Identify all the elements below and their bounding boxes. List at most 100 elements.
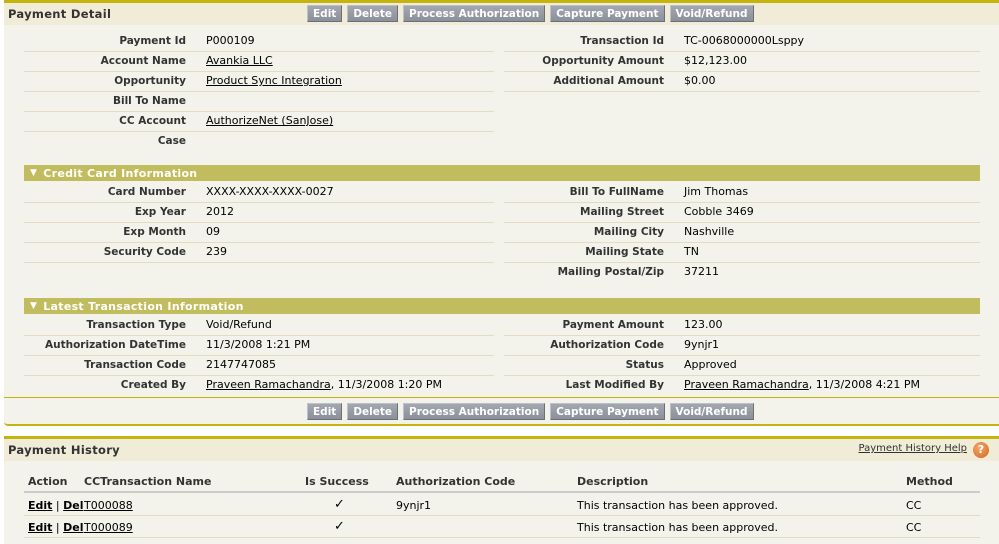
divider bbox=[24, 262, 494, 263]
capture-payment-button[interactable]: Capture Payment bbox=[550, 5, 665, 22]
payment-history-help-link[interactable]: Payment History Help bbox=[858, 443, 967, 454]
void-refund-button[interactable]: Void/Refund bbox=[669, 5, 754, 22]
column-header-cctransaction-name[interactable]: CCTransaction Name bbox=[84, 475, 211, 488]
transaction-id-label: Transaction Id bbox=[580, 35, 664, 47]
case-label: Case bbox=[157, 135, 186, 147]
mailing-city-value: Nashville bbox=[684, 225, 735, 238]
transaction-code-value: 2147747085 bbox=[206, 358, 276, 371]
bill-to-name-label: Bill To Name bbox=[112, 95, 186, 107]
table-row-name: T000088 bbox=[84, 499, 133, 512]
auth-code-cell: 9ynjr1 bbox=[396, 499, 432, 512]
header-divider bbox=[24, 491, 980, 493]
method-cell: CC bbox=[906, 521, 922, 534]
created-by-label: Created By bbox=[120, 379, 186, 391]
additional-amount-label: Additional Amount bbox=[553, 75, 664, 87]
table-row-name: T000089 bbox=[84, 521, 133, 534]
mailing-street-value: Cobble 3469 bbox=[684, 205, 754, 218]
mailing-state-label: Mailing State bbox=[585, 246, 664, 258]
transaction-type-value: Void/Refund bbox=[206, 318, 272, 331]
edit-button[interactable]: Edit bbox=[307, 403, 343, 420]
void-refund-button[interactable]: Void/Refund bbox=[669, 403, 754, 420]
column-header-is-success[interactable]: Is Success bbox=[305, 475, 369, 488]
credit-card-section-title: Credit Card Information bbox=[43, 166, 198, 180]
edit-link[interactable]: Edit bbox=[28, 521, 52, 534]
process-authorization-button[interactable]: Process Authorization bbox=[403, 403, 546, 420]
row-divider bbox=[24, 537, 980, 538]
account-name-value: Avankia LLC bbox=[206, 51, 273, 71]
process-authorization-button[interactable]: Process Authorization bbox=[403, 5, 546, 22]
row-actions: Edit | Del bbox=[28, 499, 84, 512]
authorization-datetime-label: Authorization DateTime bbox=[44, 339, 186, 351]
transaction-name-link[interactable]: T000088 bbox=[84, 499, 133, 512]
payment-history-title: Payment History bbox=[8, 443, 120, 457]
bill-to-fullname-value: Jim Thomas bbox=[684, 185, 749, 198]
collapse-triangle-icon[interactable]: ▼ bbox=[30, 168, 37, 178]
delete-button[interactable]: Delete bbox=[347, 5, 399, 22]
question-icon[interactable]: ? bbox=[973, 442, 989, 458]
opportunity-value: Product Sync Integration bbox=[206, 71, 342, 91]
account-name-link[interactable]: Avankia LLC bbox=[206, 54, 273, 67]
delete-button[interactable]: Delete bbox=[347, 403, 399, 420]
authorization-code-label: Authorization Code bbox=[550, 339, 664, 351]
opportunity-amount-value: $12,123.00 bbox=[684, 54, 747, 67]
success-check-icon: ✓ bbox=[334, 497, 345, 512]
mailing-postal-value: 37211 bbox=[684, 265, 719, 278]
mailing-street-label: Mailing Street bbox=[580, 206, 664, 218]
opportunity-link[interactable]: Product Sync Integration bbox=[206, 74, 342, 87]
exp-year-value: 2012 bbox=[206, 205, 234, 218]
payment-history-header: Payment History Payment History Help ? bbox=[4, 439, 999, 461]
top-button-row: Edit Delete Process Authorization Captur… bbox=[307, 5, 754, 22]
mailing-city-label: Mailing City bbox=[593, 226, 664, 238]
status-label: Status bbox=[625, 359, 664, 371]
last-modified-by-value: Praveen Ramachandra, 11/3/2008 4:21 PM bbox=[684, 375, 920, 395]
transaction-section-title: Latest Transaction Information bbox=[43, 299, 244, 313]
opportunity-label: Opportunity bbox=[114, 75, 186, 87]
del-link[interactable]: Del bbox=[63, 521, 83, 534]
transaction-code-label: Transaction Code bbox=[84, 359, 186, 371]
card-number-value: XXXX-XXXX-XXXX-0027 bbox=[206, 185, 334, 198]
status-value: Approved bbox=[684, 358, 737, 371]
footer-divider bbox=[4, 397, 999, 398]
divider bbox=[504, 91, 980, 92]
collapse-triangle-icon[interactable]: ▼ bbox=[30, 301, 37, 311]
column-header-description[interactable]: Description bbox=[577, 475, 648, 488]
method-cell: CC bbox=[906, 499, 922, 512]
edit-link[interactable]: Edit bbox=[28, 499, 52, 512]
transaction-id-value: TC-0068000000Lsppy bbox=[684, 34, 805, 47]
description-cell: This transaction has been approved. bbox=[577, 521, 779, 534]
payment-detail-title: Payment Detail bbox=[8, 7, 112, 21]
bottom-button-row: Edit Delete Process Authorization Captur… bbox=[307, 403, 754, 420]
credit-card-section-header[interactable]: ▼ Credit Card Information bbox=[24, 165, 980, 181]
transaction-section-header[interactable]: ▼ Latest Transaction Information bbox=[24, 298, 980, 314]
payment-id-value: P000109 bbox=[206, 34, 255, 47]
payment-history-block: Payment History Payment History Help ? A… bbox=[4, 436, 999, 544]
payment-id-label: Payment Id bbox=[119, 35, 186, 47]
cc-account-link[interactable]: AuthorizeNet (SanJose) bbox=[206, 114, 333, 127]
del-link[interactable]: Del bbox=[63, 499, 83, 512]
opportunity-amount-label: Opportunity Amount bbox=[542, 55, 664, 67]
last-modified-by-label: Last Modified By bbox=[565, 379, 664, 391]
cc-account-value: AuthorizeNet (SanJose) bbox=[206, 111, 333, 131]
row-divider bbox=[24, 515, 980, 516]
success-check-icon: ✓ bbox=[334, 519, 345, 534]
security-code-value: 239 bbox=[206, 245, 227, 258]
exp-month-value: 09 bbox=[206, 225, 220, 238]
capture-payment-button[interactable]: Capture Payment bbox=[550, 403, 665, 420]
transaction-type-label: Transaction Type bbox=[86, 319, 186, 331]
action-separator: | bbox=[55, 521, 60, 534]
payment-detail-header: Payment Detail Edit Delete Process Autho… bbox=[4, 3, 999, 25]
authorization-datetime-value: 11/3/2008 1:21 PM bbox=[206, 338, 311, 351]
card-number-label: Card Number bbox=[107, 186, 186, 198]
additional-amount-value: $0.00 bbox=[684, 74, 716, 87]
column-header-authorization-code[interactable]: Authorization Code bbox=[396, 475, 515, 488]
column-header-action[interactable]: Action bbox=[28, 475, 67, 488]
last-modified-user-link[interactable]: Praveen Ramachandra bbox=[684, 378, 809, 391]
edit-button[interactable]: Edit bbox=[307, 5, 343, 22]
created-by-date: , 11/3/2008 1:20 PM bbox=[330, 378, 443, 391]
column-header-method[interactable]: Method bbox=[906, 475, 953, 488]
created-by-user-link[interactable]: Praveen Ramachandra bbox=[206, 378, 331, 391]
authorization-code-value: 9ynjr1 bbox=[684, 338, 720, 351]
transaction-name-link[interactable]: T000089 bbox=[84, 521, 133, 534]
account-name-label: Account Name bbox=[100, 55, 186, 67]
payment-amount-label: Payment Amount bbox=[562, 319, 664, 331]
